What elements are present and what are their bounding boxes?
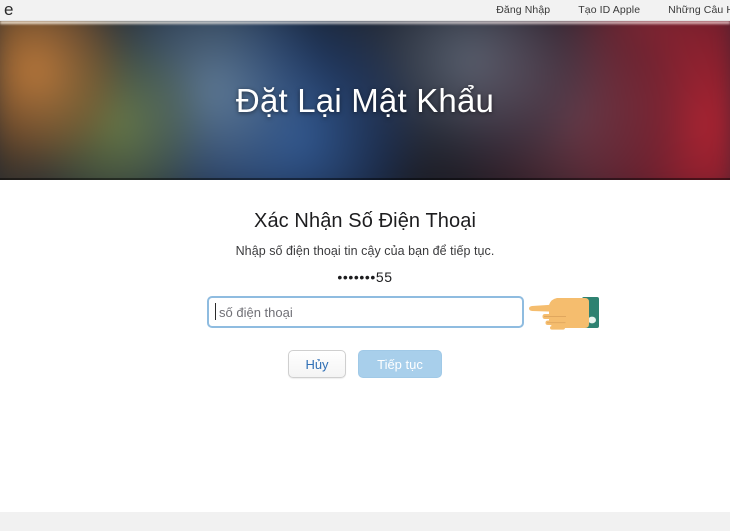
main-content: Xác Nhận Số Điện Thoại Nhập số điện thoạ… <box>0 180 730 512</box>
text-caret <box>215 303 216 320</box>
section-subtitle: Nhập số điện thoại tin cậy của bạn để ti… <box>235 244 495 258</box>
nav-links: Đăng Nhập Tạo ID Apple Những Câu Hỏ <box>496 0 730 21</box>
apple-logo-text: e <box>4 0 14 19</box>
pointing-hand-left-icon <box>529 289 601 337</box>
page-root: e Đăng Nhập Tạo ID Apple Những Câu Hỏ Đặ… <box>0 0 730 531</box>
nav-item-create-apple-id[interactable]: Tạo ID Apple <box>578 0 640 21</box>
top-navigation-bar: e Đăng Nhập Tạo ID Apple Những Câu Hỏ <box>0 0 730 21</box>
hero-banner: Đặt Lại Mật Khẩu <box>0 21 730 180</box>
masked-phone-number: •••••••55 <box>337 269 393 285</box>
section-heading: Xác Nhận Số Điện Thoại <box>254 210 476 232</box>
footer-strip <box>0 512 730 531</box>
phone-number-input[interactable] <box>207 296 524 328</box>
page-title: Đặt Lại Mật Khẩu <box>235 81 495 119</box>
nav-item-sign-in[interactable]: Đăng Nhập <box>496 0 550 21</box>
continue-button[interactable]: Tiếp tục <box>358 350 442 378</box>
phone-field-row <box>0 296 730 330</box>
nav-item-faq[interactable]: Những Câu Hỏ <box>668 0 730 21</box>
cancel-button[interactable]: Hủy <box>288 350 346 378</box>
action-buttons: Hủy Tiếp tục <box>0 350 730 378</box>
